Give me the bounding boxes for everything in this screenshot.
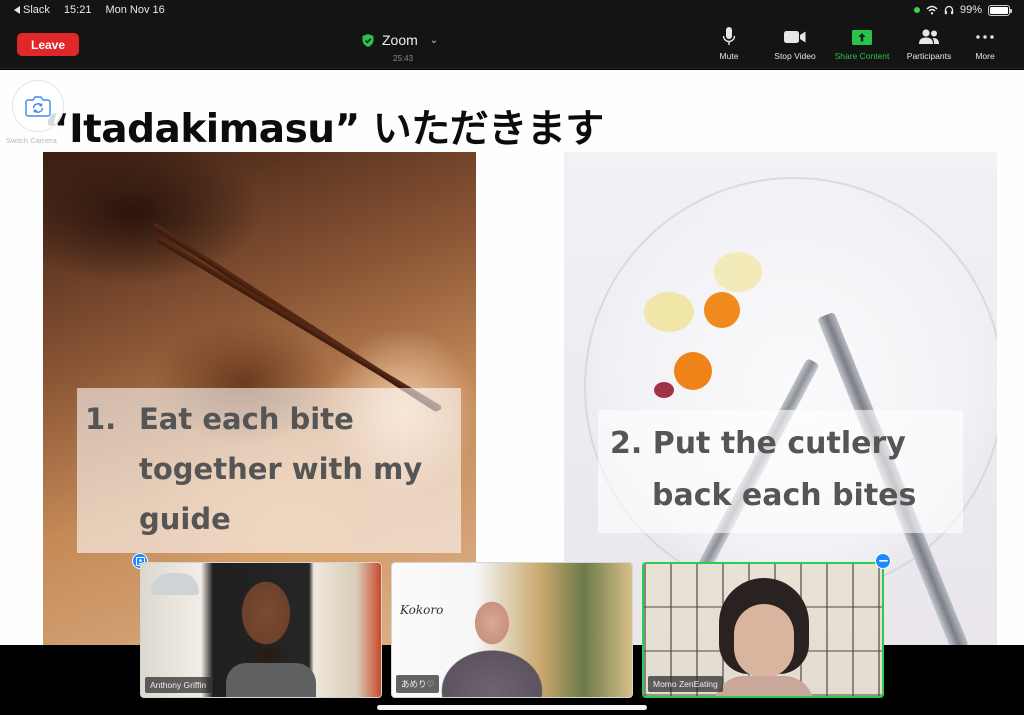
share-content-label: Share Content	[834, 51, 890, 61]
caption-1-number: 1.	[85, 402, 117, 436]
chevron-down-icon: ⌄	[429, 34, 439, 46]
food-shape	[644, 292, 694, 332]
status-date: Mon Nov 16	[105, 4, 165, 16]
share-arrow-icon	[852, 29, 872, 45]
participants-label: Participants	[906, 51, 952, 61]
status-time: 15:21	[63, 4, 92, 16]
stop-video-button[interactable]: Stop Video	[762, 26, 828, 61]
mute-button[interactable]: Mute	[696, 26, 762, 61]
person-shape	[226, 663, 316, 697]
meeting-info-dropdown[interactable]: Zoom ⌄	[362, 32, 438, 48]
participant-name: Momo ZenEating	[648, 676, 723, 692]
battery-percent: 99%	[959, 4, 982, 16]
camera-in-use-indicator-icon	[913, 7, 920, 13]
switch-camera-button[interactable]	[12, 80, 64, 132]
food-shape	[704, 292, 740, 328]
back-to-app-link[interactable]: Slack	[14, 4, 50, 16]
caption-2-line-2: back each bites	[652, 478, 917, 513]
slide-caption-1: 1. Eat each bite together with my guide	[77, 388, 461, 553]
person-face-shape	[734, 604, 794, 678]
meeting-title: Zoom	[382, 32, 418, 48]
minimize-videos-button[interactable]	[875, 553, 891, 569]
meeting-toolbar: Leave Zoom ⌄ 25:43 Mute Stop Video Share…	[0, 22, 1024, 69]
back-app-label: Slack	[23, 4, 50, 16]
person-shape	[432, 591, 552, 697]
more-dots-icon	[976, 35, 994, 39]
home-indicator[interactable]	[377, 705, 647, 710]
person-body-shape	[714, 676, 814, 696]
slide-title: “Itadakimasu” いただきます	[44, 107, 604, 152]
share-content-button[interactable]: Share Content	[828, 26, 896, 61]
food-shape	[654, 382, 674, 398]
status-bar: Slack 15:21 Mon Nov 16 99%	[0, 0, 1024, 22]
wifi-icon	[926, 5, 938, 15]
more-button[interactable]: More	[962, 26, 1008, 61]
food-shape	[674, 352, 712, 390]
participant-name: Anthony Griffin	[145, 677, 212, 693]
encryption-shield-icon	[362, 33, 374, 47]
participant-video-tile[interactable]: Anthony Griffin	[140, 562, 382, 698]
shared-screen-slide: “Itadakimasu” いただきます 1. Eat each bite to…	[0, 70, 1024, 645]
battery-fill	[990, 6, 1008, 14]
lamp-shape	[151, 573, 199, 595]
video-camera-icon	[784, 31, 806, 43]
chopstick-shape	[156, 236, 443, 412]
minus-icon	[878, 560, 888, 562]
participant-video-tile-active-speaker[interactable]: Momo ZenEating	[642, 562, 884, 698]
caption-1-text: Eat each bite together with my guide	[139, 402, 423, 536]
participant-video-tile[interactable]: Kokoro あめり♡	[391, 562, 633, 698]
participants-button[interactable]: Participants	[896, 26, 962, 61]
participant-name: あめり♡	[396, 675, 440, 693]
microphone-icon	[722, 27, 736, 45]
back-triangle-icon	[14, 6, 20, 14]
mute-label: Mute	[719, 51, 739, 61]
meeting-timer: 25:43	[393, 54, 414, 63]
participants-icon	[919, 29, 939, 44]
more-label: More	[975, 51, 995, 61]
stop-video-label: Stop Video	[774, 51, 816, 61]
slide-caption-2: 2. Put the cutlery back each bites	[598, 410, 963, 533]
leave-button[interactable]: Leave	[17, 33, 79, 56]
battery-icon	[988, 4, 1012, 16]
headphones-icon	[944, 5, 954, 15]
food-shape	[714, 252, 762, 292]
switch-camera-label: Switch Camera	[6, 136, 57, 145]
caption-2-line-1: 2. Put the cutlery	[610, 426, 906, 461]
switch-camera-icon	[25, 96, 51, 117]
